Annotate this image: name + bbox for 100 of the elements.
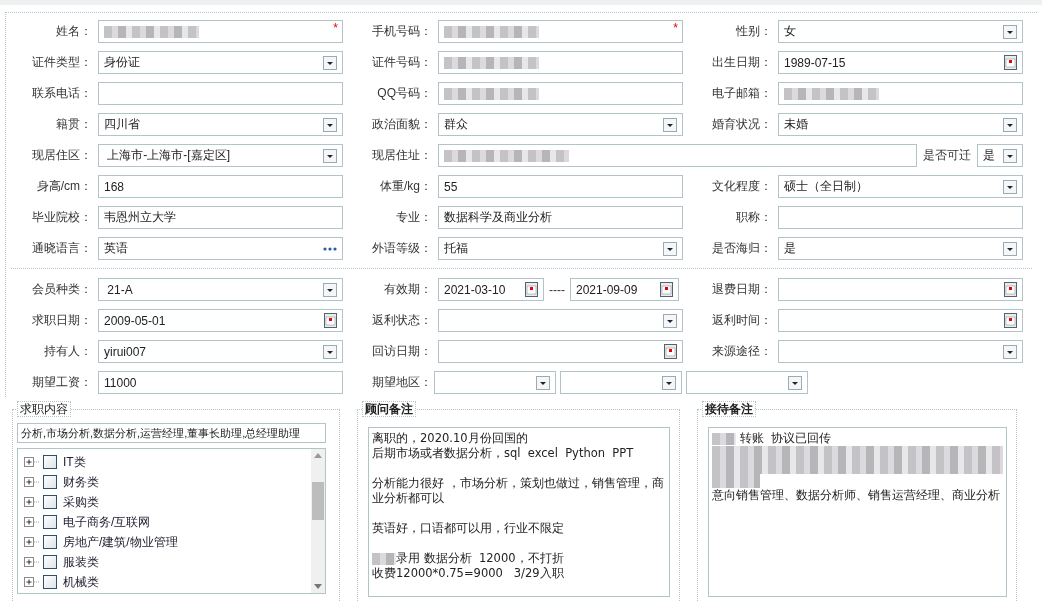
input-field[interactable]: 55 bbox=[438, 175, 683, 198]
note-line: 录用 数据分析 12000，不打折 bbox=[396, 551, 564, 566]
expand-icon[interactable] bbox=[24, 537, 40, 547]
date-field[interactable]: 2021-03-10 bbox=[438, 278, 544, 301]
calendar-icon[interactable] bbox=[324, 313, 337, 328]
field-label: 身高/cm： bbox=[35, 178, 93, 195]
select-field[interactable] bbox=[560, 371, 682, 394]
date-field[interactable]: 2021-09-09 bbox=[570, 278, 679, 301]
calendar-icon[interactable] bbox=[1004, 282, 1017, 297]
select-field[interactable] bbox=[686, 371, 808, 394]
tree-item[interactable]: 财务类 bbox=[63, 473, 99, 491]
expand-icon[interactable] bbox=[24, 577, 40, 587]
field-label: 现居住区： bbox=[31, 147, 93, 164]
field-label: 证件类型： bbox=[31, 54, 93, 71]
field-label: 期望工资： bbox=[31, 374, 93, 391]
calendar-icon[interactable] bbox=[660, 282, 673, 297]
expand-icon[interactable] bbox=[24, 557, 40, 567]
input-field[interactable]: 11000 bbox=[98, 371, 343, 394]
field-label: 体重/kg： bbox=[379, 178, 433, 195]
select-field[interactable] bbox=[434, 371, 556, 394]
calendar-icon[interactable] bbox=[1004, 55, 1017, 70]
input-field[interactable] bbox=[438, 51, 683, 74]
select-field[interactable]: 硕士（全日制） bbox=[778, 175, 1023, 198]
select-field[interactable]: 是 bbox=[977, 144, 1023, 167]
date-field[interactable]: 1989-07-15 bbox=[778, 51, 1023, 74]
checkbox[interactable] bbox=[43, 475, 57, 489]
required-mark: * bbox=[333, 22, 338, 34]
select-field[interactable]: 21-A bbox=[98, 278, 343, 301]
select-field[interactable]: 托福 bbox=[438, 237, 683, 260]
select-field[interactable]: 四川省 bbox=[98, 113, 343, 136]
tree-item[interactable]: 服装类 bbox=[63, 553, 99, 571]
input-field[interactable] bbox=[778, 82, 1023, 105]
select-field[interactable] bbox=[778, 340, 1023, 363]
calendar-icon[interactable] bbox=[1004, 313, 1017, 328]
tree-item[interactable]: IT类 bbox=[63, 453, 86, 471]
checkbox[interactable] bbox=[43, 575, 57, 589]
select-field[interactable]: 是 bbox=[778, 237, 1023, 260]
date-field[interactable] bbox=[778, 278, 1023, 301]
calendar-icon[interactable] bbox=[525, 282, 538, 297]
expand-icon[interactable] bbox=[24, 457, 40, 467]
select-field[interactable]: 群众 bbox=[438, 113, 683, 136]
more-icon[interactable] bbox=[323, 246, 337, 251]
expand-icon[interactable] bbox=[24, 517, 40, 527]
input-field[interactable]: * bbox=[438, 20, 683, 43]
date-field[interactable] bbox=[438, 340, 683, 363]
input-field[interactable]: 数据科学及商业分析 bbox=[438, 206, 683, 229]
input-field[interactable] bbox=[778, 206, 1023, 229]
select-field[interactable]: yirui007 bbox=[98, 340, 343, 363]
tree-item[interactable]: 机械类 bbox=[63, 573, 99, 591]
date-field[interactable] bbox=[778, 309, 1023, 332]
field-label: 毕业院校： bbox=[31, 209, 93, 226]
field-label: QQ号码： bbox=[376, 85, 433, 102]
select-field[interactable] bbox=[438, 309, 683, 332]
expand-icon[interactable] bbox=[24, 497, 40, 507]
input-field[interactable] bbox=[98, 82, 343, 105]
note-line: 意向销售管理、数据分析师、销售运营经理、商业分析 bbox=[712, 488, 1000, 503]
input-field[interactable]: 168 bbox=[98, 175, 343, 198]
checkbox[interactable] bbox=[43, 555, 57, 569]
select-field[interactable]: 上海市-上海市-[嘉定区] bbox=[98, 144, 343, 167]
scrollbar[interactable] bbox=[311, 449, 325, 593]
field-label: 回访日期： bbox=[371, 343, 433, 360]
tree-item[interactable]: 采购类 bbox=[63, 493, 99, 511]
select-field[interactable]: 女 bbox=[778, 20, 1023, 43]
field-label: 性别： bbox=[735, 23, 773, 40]
notes-textarea[interactable]: 离职的，2020.10月份回国的 后期市场或者数据分析，sql excel Python PPT 分析能力很好 ，市场分析，策划也做过，销售管理，商 业分析都可以 英语好，口语都可以用，行业不限定 录用 数据分析 12000，不打折 收费12000*0.75=9000 3/29入职 bbox=[368, 427, 670, 597]
field-label: 婚育状况： bbox=[711, 116, 773, 133]
field-label: 通晓语言： bbox=[31, 240, 93, 257]
picker-field[interactable]: 英语 bbox=[98, 237, 343, 260]
input-field[interactable] bbox=[438, 144, 917, 167]
field-label: 退费日期： bbox=[711, 281, 773, 298]
input-field[interactable]: 韦恩州立大学 bbox=[98, 206, 343, 229]
field-label: 是否海归： bbox=[711, 240, 773, 257]
field-label: 返利状态： bbox=[371, 312, 433, 329]
note-line: 英语好，口语都可以用，行业不限定 bbox=[372, 521, 564, 536]
field-label: 职称： bbox=[735, 209, 773, 226]
select-field[interactable]: 未婚 bbox=[778, 113, 1023, 136]
scrollbar-thumb[interactable] bbox=[312, 482, 324, 520]
field-label: 有效期： bbox=[383, 281, 433, 298]
section-legend: 顾问备注 bbox=[362, 401, 416, 417]
scroll-down-icon[interactable] bbox=[314, 584, 322, 589]
expand-icon[interactable] bbox=[24, 477, 40, 487]
field-label: 文化程度： bbox=[711, 178, 773, 195]
tree-item[interactable]: 房地产/建筑/物业管理 bbox=[63, 533, 178, 551]
calendar-icon[interactable] bbox=[664, 344, 677, 359]
checkbox[interactable] bbox=[43, 515, 57, 529]
field-label: 返利时间： bbox=[711, 312, 773, 329]
select-field[interactable]: 身份证 bbox=[98, 51, 343, 74]
input-field[interactable]: * bbox=[98, 20, 343, 43]
field-label: 专业： bbox=[395, 209, 433, 226]
date-field[interactable]: 2009-05-01 bbox=[98, 309, 343, 332]
checkbox[interactable] bbox=[43, 535, 57, 549]
checkbox[interactable] bbox=[43, 495, 57, 509]
note-line: 转账 协议已回传 bbox=[738, 431, 831, 446]
field-label: 现居住址： bbox=[371, 147, 433, 164]
input-field[interactable] bbox=[438, 82, 683, 105]
field-label: 籍贯： bbox=[55, 116, 93, 133]
checkbox[interactable] bbox=[43, 455, 57, 469]
tree-item[interactable]: 电子商务/互联网 bbox=[63, 513, 151, 531]
selected-categories-field[interactable]: 分析,市场分析,数据分析,运营经理,董事长助理,总经理助理 bbox=[17, 423, 326, 443]
notes-textarea[interactable]: 转账 协议已回传 意向销售管理、数据分析师、销售运营经理、商业分析 bbox=[708, 427, 1007, 597]
